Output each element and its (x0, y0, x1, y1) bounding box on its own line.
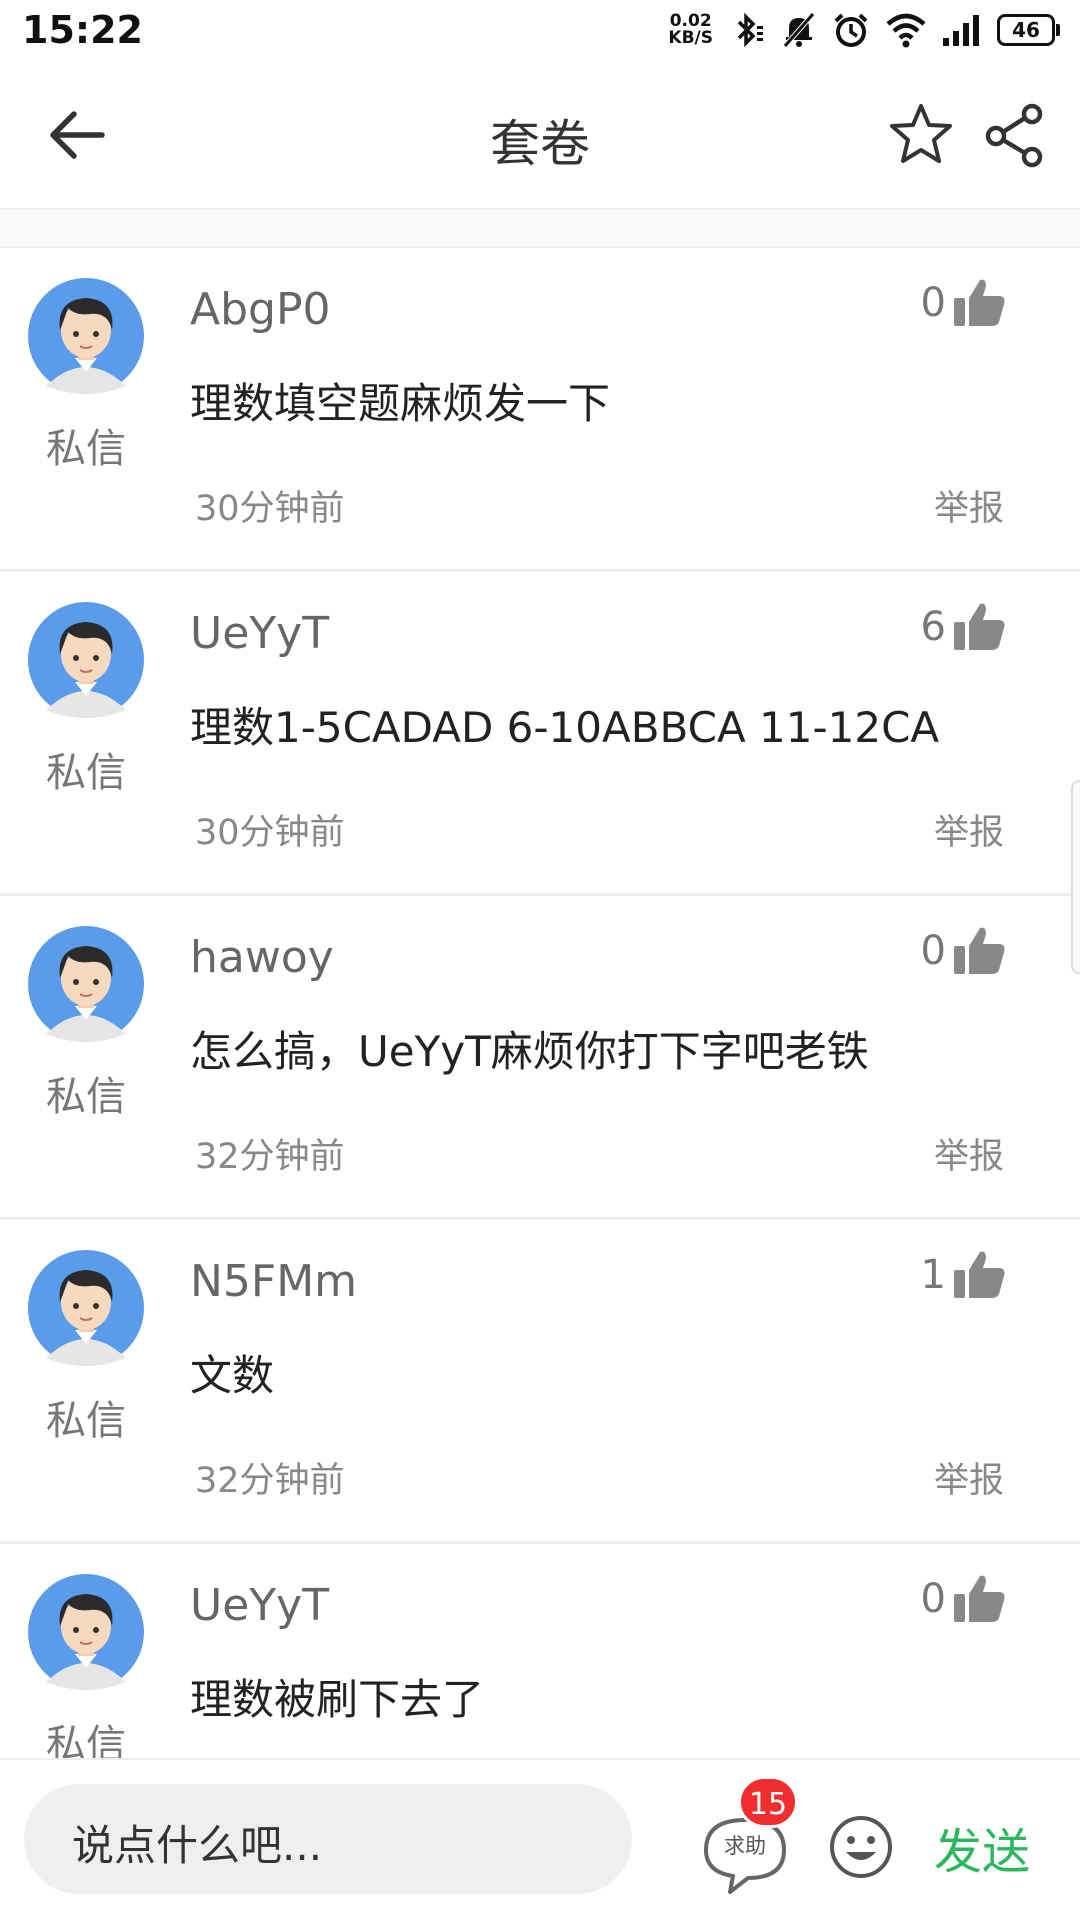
like-count: 0 (920, 1576, 946, 1622)
like-button[interactable]: 0 (921, 278, 1006, 328)
comment-time: 32分钟前 (195, 1137, 345, 1177)
network-speed: 0.02 KB/S (668, 11, 713, 48)
comment-list[interactable]: 私信 AbgP0 理数填空题麻烦发一下 30分钟前 举报 0 私信 UeYyT … (0, 248, 1080, 1758)
comment-content: 怎么搞，UeYyT麻烦你打下字吧老铁 (190, 1027, 869, 1076)
thumbs-up-icon (954, 603, 1005, 650)
comment-time: 30分钟前 (195, 489, 345, 529)
comment-content: 理数填空题麻烦发一下 (190, 379, 611, 428)
comment-content: 文数 (190, 1351, 275, 1400)
like-count: 6 (920, 604, 946, 650)
report-button[interactable]: 举报 (934, 480, 1004, 531)
share-icon[interactable] (982, 102, 1048, 168)
private-message-button[interactable]: 私信 (28, 1712, 144, 1758)
comment-content: 理数被刷下去了 (190, 1675, 485, 1724)
comment-item: 私信 hawoy 怎么搞，UeYyT麻烦你打下字吧老铁 32分钟前 举报 0 (0, 896, 1080, 1220)
mute-bell-icon (783, 12, 815, 48)
send-button[interactable]: 发送 (934, 1812, 1030, 1882)
private-message-button[interactable]: 私信 (28, 740, 144, 798)
status-bar: 15:22 0.02 KB/S 46 (0, 0, 1080, 60)
star-icon[interactable] (888, 102, 954, 168)
like-count: 1 (920, 1252, 946, 1298)
comment-input-bar: 说点什么吧... 求助 15 发送 (0, 1758, 1080, 1922)
report-button[interactable]: 举报 (934, 804, 1004, 855)
comment-item: 私信 UeYyT 理数1-5CADAD 6-10ABBCA 11-12CA 30… (0, 572, 1080, 896)
wifi-icon (886, 13, 926, 48)
status-icons: 0.02 KB/S 46 (668, 8, 1060, 52)
report-button[interactable]: 举报 (934, 1452, 1004, 1503)
avatar[interactable] (28, 926, 144, 1042)
comment-input-placeholder[interactable]: 说点什么吧... (72, 1812, 322, 1873)
avatar[interactable] (28, 1250, 144, 1366)
comment-content: 理数1-5CADAD 6-10ABBCA 11-12CA (190, 703, 940, 752)
emoji-icon[interactable] (828, 1814, 894, 1880)
comment-item: 私信 N5FMm 文数 32分钟前 举报 1 (0, 1220, 1080, 1544)
avatar[interactable] (28, 278, 144, 394)
like-count: 0 (920, 280, 946, 326)
bluetooth-icon (737, 12, 763, 48)
alarm-icon (834, 13, 868, 47)
status-time: 15:22 (22, 8, 143, 52)
signal-icon (943, 15, 979, 46)
comment-username: N5FMm (190, 1256, 358, 1307)
thumbs-up-icon (954, 927, 1005, 974)
notification-badge: 15 (738, 1776, 798, 1828)
like-count: 0 (920, 928, 946, 974)
battery-icon: 46 (997, 14, 1060, 46)
scrollbar[interactable] (1071, 780, 1080, 974)
avatar[interactable] (28, 602, 144, 718)
comment-item: 私信 UeYyT 理数被刷下去了 0 (0, 1544, 1080, 1758)
private-message-button[interactable]: 私信 (28, 416, 144, 474)
private-message-button[interactable]: 私信 (28, 1064, 144, 1122)
comment-username: AbgP0 (190, 284, 331, 335)
thumbs-up-icon (954, 1251, 1005, 1298)
comment-item: 私信 AbgP0 理数填空题麻烦发一下 30分钟前 举报 0 (0, 248, 1080, 572)
section-divider (0, 210, 1080, 248)
thumbs-up-icon (954, 279, 1005, 326)
nav-bar: 套卷 (0, 60, 1080, 210)
comment-username: UeYyT (190, 1580, 330, 1631)
like-button[interactable]: 0 (921, 926, 1006, 976)
comment-username: hawoy (190, 932, 334, 983)
like-button[interactable]: 1 (921, 1250, 1006, 1300)
report-button[interactable]: 举报 (934, 1128, 1004, 1179)
like-button[interactable]: 6 (921, 602, 1006, 652)
comment-time: 30分钟前 (195, 813, 345, 853)
like-button[interactable]: 0 (921, 1574, 1006, 1624)
comment-username: UeYyT (190, 608, 330, 659)
help-label: 求助 (724, 1834, 766, 1858)
thumbs-up-icon (954, 1575, 1005, 1622)
comment-time: 32分钟前 (195, 1461, 345, 1501)
avatar[interactable] (28, 1574, 144, 1690)
private-message-button[interactable]: 私信 (28, 1388, 144, 1446)
